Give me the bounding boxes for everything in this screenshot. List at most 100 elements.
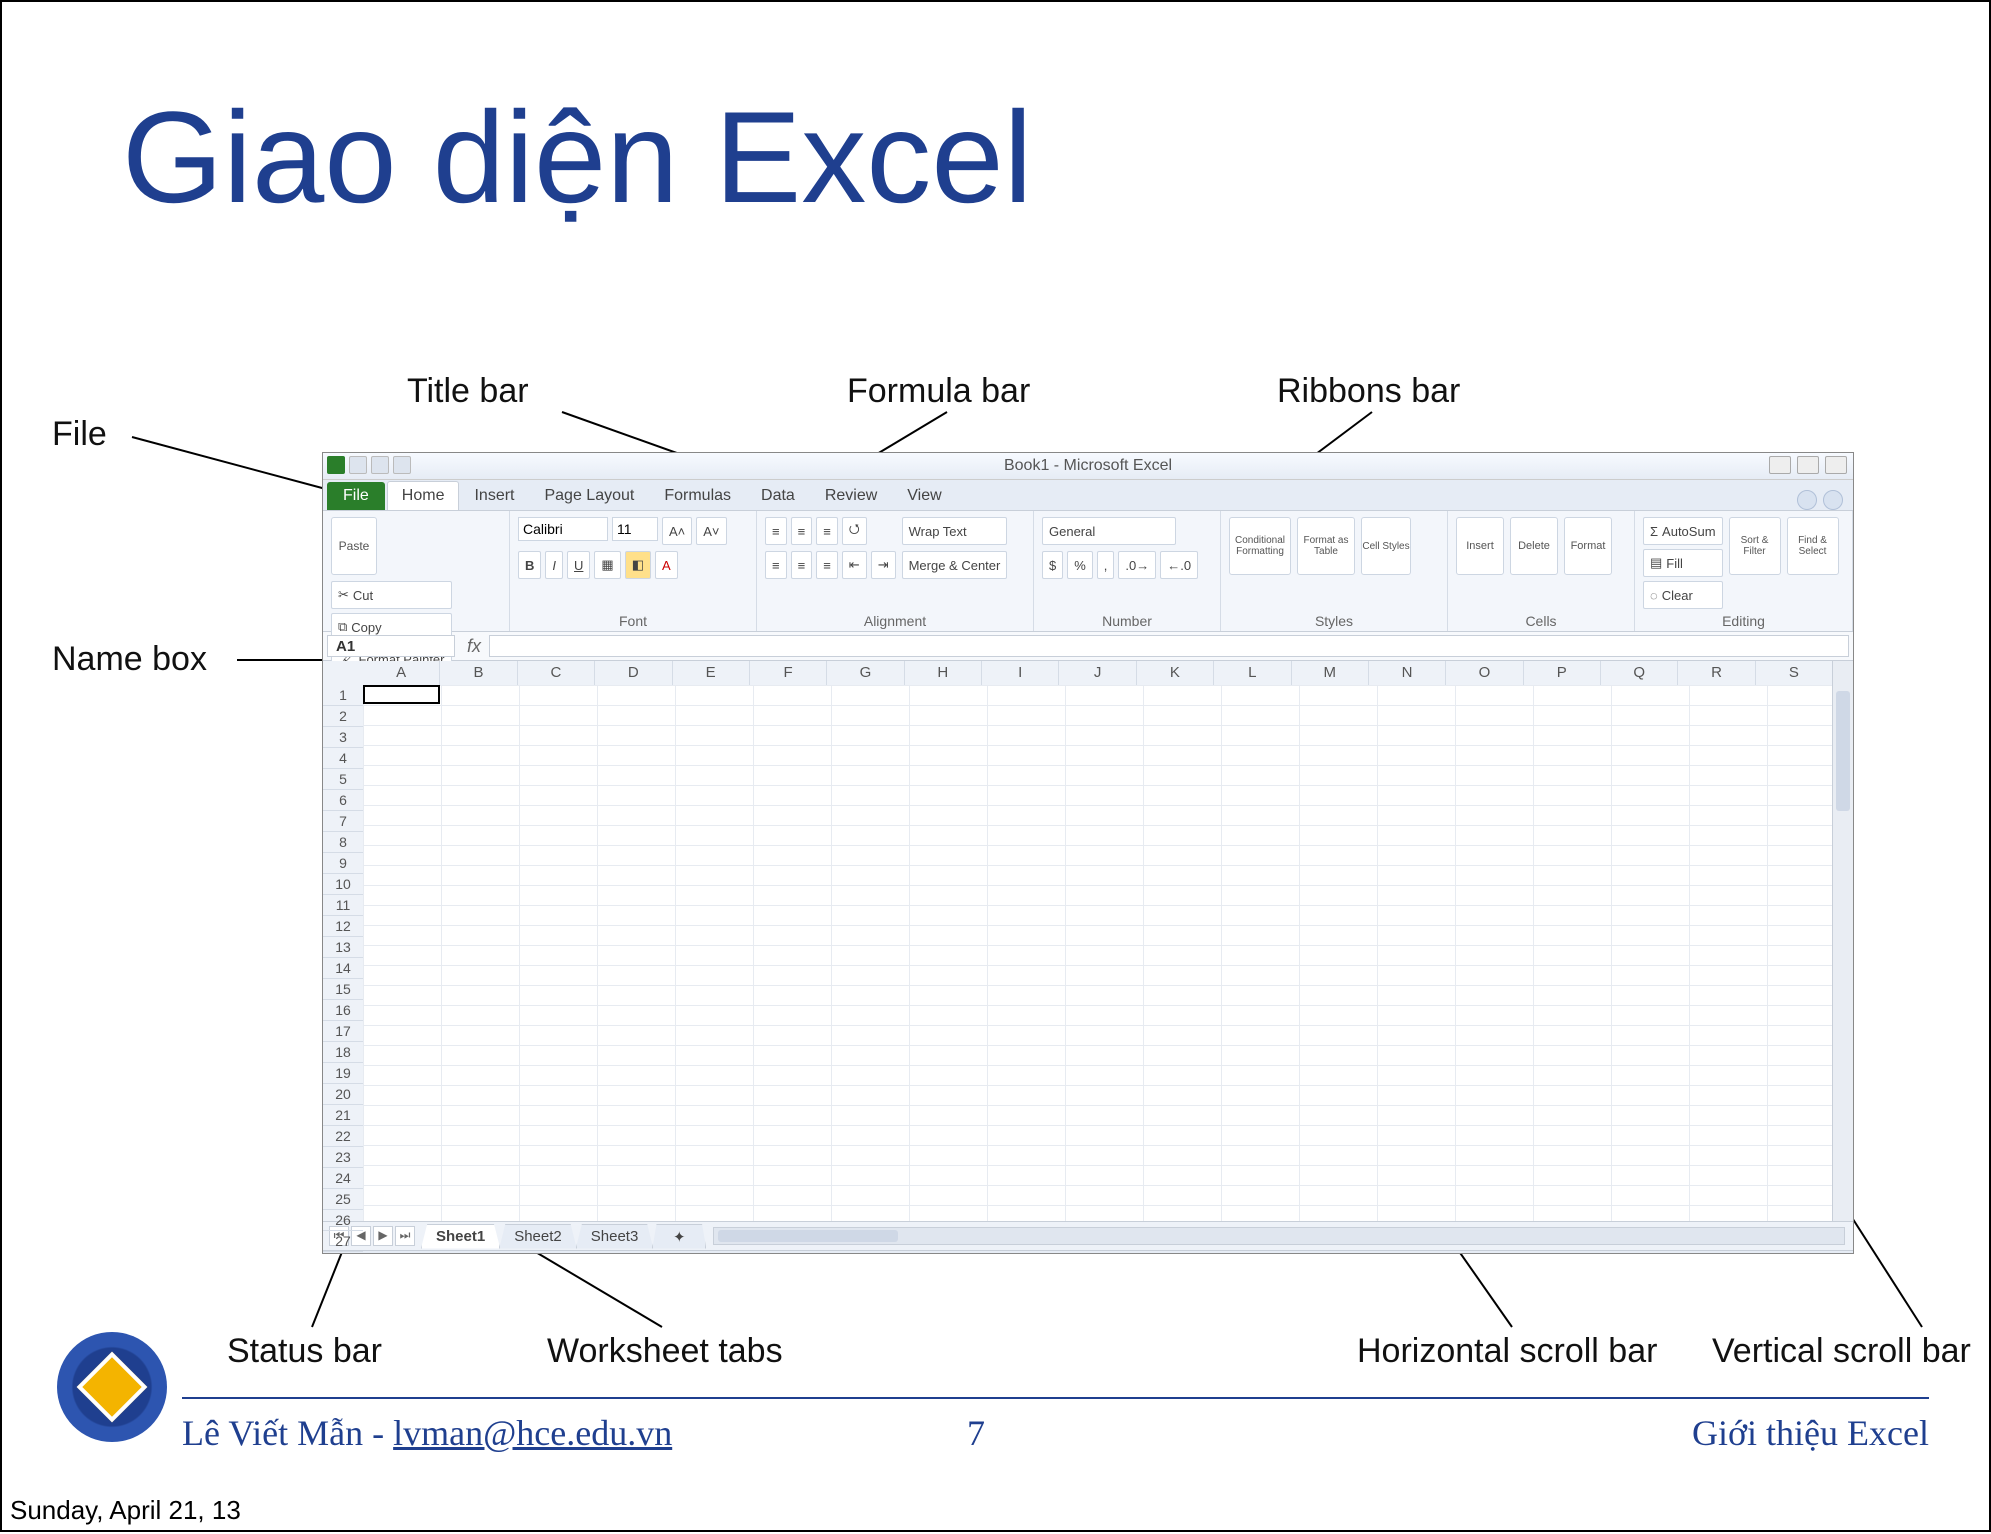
align-top-icon[interactable]: ≡ <box>765 517 787 545</box>
font-name-input[interactable] <box>518 517 608 541</box>
format-as-table-button[interactable]: Format as Table <box>1297 517 1355 575</box>
column-header[interactable]: P <box>1524 661 1601 685</box>
close-button[interactable] <box>1825 456 1847 474</box>
number-format-select[interactable]: General <box>1042 517 1176 545</box>
column-header[interactable]: D <box>595 661 672 685</box>
row-header[interactable]: 11 <box>323 895 363 916</box>
row-header[interactable]: 6 <box>323 790 363 811</box>
row-header[interactable]: 1 <box>323 685 363 706</box>
increase-decimal-icon[interactable]: .0→ <box>1118 551 1156 579</box>
horizontal-scrollbar[interactable] <box>713 1227 1845 1245</box>
vertical-scrollbar[interactable] <box>1832 661 1853 1221</box>
row-header[interactable]: 5 <box>323 769 363 790</box>
column-header[interactable]: I <box>982 661 1059 685</box>
delete-cells-button[interactable]: Delete <box>1510 517 1558 575</box>
row-header[interactable]: 2 <box>323 706 363 727</box>
align-right-icon[interactable]: ≡ <box>816 551 838 579</box>
sort-filter-button[interactable]: Sort & Filter <box>1729 517 1781 575</box>
font-color-button[interactable]: A <box>655 551 678 579</box>
tab-data[interactable]: Data <box>746 481 810 510</box>
percent-icon[interactable]: % <box>1067 551 1093 579</box>
row-header[interactable]: 8 <box>323 832 363 853</box>
align-left-icon[interactable]: ≡ <box>765 551 787 579</box>
select-all-corner[interactable] <box>323 661 364 686</box>
column-header[interactable]: Q <box>1601 661 1678 685</box>
bold-button[interactable]: B <box>518 551 541 579</box>
column-header[interactable]: S <box>1756 661 1833 685</box>
row-header[interactable]: 16 <box>323 1000 363 1021</box>
tab-review[interactable]: Review <box>810 481 892 510</box>
column-header[interactable]: O <box>1446 661 1523 685</box>
new-sheet-button[interactable]: ✦ <box>652 1224 706 1249</box>
comma-icon[interactable]: , <box>1097 551 1115 579</box>
row-header[interactable]: 9 <box>323 853 363 874</box>
conditional-formatting-button[interactable]: Conditional Formatting <box>1229 517 1291 575</box>
increase-font-icon[interactable]: A˄ <box>662 517 692 545</box>
tab-file[interactable]: File <box>327 482 385 510</box>
column-header[interactable]: F <box>750 661 827 685</box>
row-header[interactable]: 24 <box>323 1168 363 1189</box>
page-layout-view-icon[interactable] <box>1583 1253 1607 1254</box>
normal-view-icon[interactable] <box>1553 1253 1577 1254</box>
row-header[interactable]: 15 <box>323 979 363 1000</box>
paste-button[interactable]: Paste <box>331 517 377 575</box>
fill-button[interactable]: ▤ Fill <box>1643 549 1723 577</box>
ribbon-minimize-icon[interactable] <box>1797 490 1817 510</box>
row-header[interactable]: 23 <box>323 1147 363 1168</box>
row-header[interactable]: 10 <box>323 874 363 895</box>
autosum-button[interactable]: Σ AutoSum <box>1643 517 1723 545</box>
help-icon[interactable] <box>1823 490 1843 510</box>
quick-access-toolbar[interactable] <box>327 456 411 474</box>
clear-button[interactable]: ◌ Clear <box>1643 581 1723 609</box>
fill-color-button[interactable]: ◧ <box>625 551 651 579</box>
cut-button[interactable]: ✂ Cut <box>331 581 452 609</box>
row-header[interactable]: 13 <box>323 937 363 958</box>
row-header[interactable]: 3 <box>323 727 363 748</box>
qat-redo-icon[interactable] <box>393 456 411 474</box>
row-header[interactable]: 27 <box>323 1231 363 1252</box>
footer-email-link[interactable]: lvman@hce.edu.vn <box>393 1413 672 1453</box>
decrease-decimal-icon[interactable]: ←.0 <box>1160 551 1198 579</box>
column-header[interactable]: A <box>363 661 440 685</box>
column-header[interactable]: L <box>1214 661 1291 685</box>
sheet-nav-next-icon[interactable]: ▶ <box>373 1226 393 1246</box>
decrease-font-icon[interactable]: A˅ <box>696 517 726 545</box>
tab-page-layout[interactable]: Page Layout <box>529 481 649 510</box>
cell-styles-button[interactable]: Cell Styles <box>1361 517 1411 575</box>
view-buttons[interactable] <box>1551 1253 1637 1254</box>
sheet-tab-1[interactable]: Sheet1 <box>421 1224 500 1249</box>
maximize-button[interactable] <box>1797 456 1819 474</box>
column-header[interactable]: B <box>440 661 517 685</box>
qat-save-icon[interactable] <box>349 456 367 474</box>
merge-center-button[interactable]: Merge & Center <box>902 551 1008 579</box>
row-header[interactable]: 25 <box>323 1189 363 1210</box>
tab-insert[interactable]: Insert <box>459 481 529 510</box>
column-header[interactable]: R <box>1678 661 1755 685</box>
column-header[interactable]: C <box>518 661 595 685</box>
indent-decrease-icon[interactable]: ⇤ <box>842 551 867 579</box>
column-header[interactable]: G <box>827 661 904 685</box>
insert-cells-button[interactable]: Insert <box>1456 517 1504 575</box>
currency-icon[interactable]: $ <box>1042 551 1063 579</box>
formula-input[interactable] <box>489 635 1849 657</box>
row-headers[interactable]: 1234567891011121314151617181920212223242… <box>323 685 364 1221</box>
name-box[interactable]: A1 <box>327 635 455 657</box>
tab-formulas[interactable]: Formulas <box>649 481 746 510</box>
column-header[interactable]: M <box>1292 661 1369 685</box>
underline-button[interactable]: U <box>567 551 590 579</box>
font-size-input[interactable] <box>612 517 658 541</box>
align-middle-icon[interactable]: ≡ <box>791 517 813 545</box>
tab-view[interactable]: View <box>892 481 956 510</box>
align-center-icon[interactable]: ≡ <box>791 551 813 579</box>
page-break-view-icon[interactable] <box>1613 1253 1637 1254</box>
orientation-icon[interactable]: ⭯ <box>842 517 867 545</box>
indent-increase-icon[interactable]: ⇥ <box>871 551 896 579</box>
row-header[interactable]: 14 <box>323 958 363 979</box>
row-header[interactable]: 21 <box>323 1105 363 1126</box>
row-header[interactable]: 18 <box>323 1042 363 1063</box>
row-header[interactable]: 20 <box>323 1084 363 1105</box>
row-header[interactable]: 17 <box>323 1021 363 1042</box>
sheet-nav-last-icon[interactable]: ⏭ <box>395 1226 415 1246</box>
column-header[interactable]: J <box>1059 661 1136 685</box>
row-header[interactable]: 12 <box>323 916 363 937</box>
